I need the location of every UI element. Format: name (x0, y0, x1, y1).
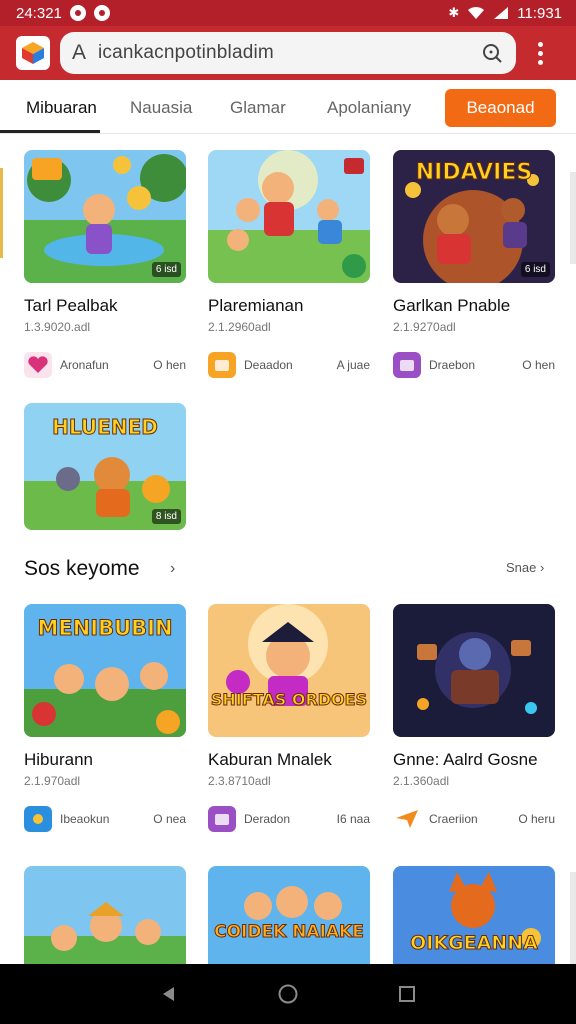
open-link[interactable]: A juae (337, 358, 370, 372)
system-nav-bar (0, 964, 576, 1024)
meta-label: Craeriion (429, 812, 478, 826)
tab-bar: Mibuaran Nauasia Glamar Apolaniany Beaon… (0, 80, 576, 134)
card-badge: 8 isd (151, 509, 181, 524)
back-icon[interactable] (149, 974, 189, 1014)
tab-mibuaran[interactable]: Mibuaran (26, 98, 97, 118)
see-all-link[interactable]: Snae › (506, 560, 544, 575)
card-subtitle: 2.1.9270adl (393, 320, 456, 334)
orange-box-icon (208, 352, 236, 378)
card-meta: Draebon O hen (393, 352, 555, 378)
open-link[interactable]: O hen (522, 358, 555, 372)
card-badge: 6 isd (151, 262, 181, 277)
game-thumbnail[interactable]: 6 isd (24, 150, 186, 283)
card-meta: Ibeaokun O nea (24, 806, 186, 832)
card-subtitle: 2.1.970adl (24, 774, 81, 788)
cube-logo-icon (22, 42, 44, 64)
purple-box-icon (208, 806, 236, 832)
scroll-edge-left (0, 168, 3, 258)
thumb-title-art: MENIBUBIN (37, 616, 173, 641)
scroll-edge-right-2 (570, 872, 576, 964)
card-subtitle: 2.1.2960adl (208, 320, 271, 334)
card-meta: Deaadon A juae (208, 352, 370, 378)
card-subtitle: 2.3.8710adl (208, 774, 271, 788)
status-right: ✱ 11:931 (448, 5, 562, 22)
card-meta: Craeriion O heru (393, 806, 555, 832)
home-icon[interactable] (268, 974, 308, 1014)
card-subtitle: 1.3.9020.adl (24, 320, 91, 334)
meta-label: Deaadon (244, 358, 293, 372)
game-thumbnail[interactable]: HLUENED 8 isd (24, 403, 186, 530)
status-time: 24:321 (16, 4, 62, 22)
meta-label: Draebon (429, 358, 476, 372)
download-button[interactable]: Beaonad (445, 89, 556, 127)
card-meta: Deradon I6 naa (208, 806, 370, 832)
app-logo[interactable] (16, 36, 50, 70)
status-left: 24:321 (16, 5, 110, 22)
search-input[interactable]: A icankacnpotinbladim (60, 32, 516, 74)
meta-label: Ibeaokun (60, 812, 110, 826)
chevron-right-icon[interactable]: › (170, 560, 175, 578)
card-title: Plaremianan (208, 296, 304, 315)
game-thumbnail[interactable]: OIKGEANNA (393, 866, 555, 964)
game-thumbnail[interactable]: MENIBUBIN (24, 604, 186, 737)
search-prefix: A (72, 41, 87, 64)
card-title: Kaburan Mnalek (208, 750, 332, 769)
app-bar: A icankacnpotinbladim (0, 26, 576, 80)
search-icon[interactable] (480, 41, 504, 65)
purple-box-icon (393, 352, 421, 378)
game-thumbnail[interactable] (393, 604, 555, 737)
open-link[interactable]: I6 naa (337, 812, 370, 826)
notification-icon (69, 5, 86, 21)
section-title[interactable]: Sos keyome (24, 557, 140, 581)
game-thumbnail[interactable]: COIDEK NAIAKE (208, 866, 370, 964)
thumb-title-art: SHIFTAS ORDOES (210, 690, 368, 710)
card-meta: Aronafun O hen (24, 352, 186, 378)
open-link[interactable]: O hen (153, 358, 186, 372)
more-options-icon[interactable] (530, 41, 550, 65)
scroll-edge-right (570, 172, 576, 264)
status-bar: 24:321 ✱ 11:931 (0, 0, 576, 26)
tab-glamar[interactable]: Glamar (230, 98, 286, 118)
thumb-title-art: NIDAVIES (415, 160, 533, 186)
tab-nauasia[interactable]: Nauasia (130, 98, 192, 118)
bluetooth-icon: ✱ (448, 5, 460, 20)
thumb-title-art: HLUENED (52, 415, 159, 440)
card-title: Gnne: Aalrd Gosne (393, 750, 538, 769)
thumb-title-art: COIDEK NAIAKE (214, 922, 365, 943)
card-title: Tarl Pealbak (24, 296, 118, 315)
notification-icon-2 (93, 5, 110, 21)
search-query[interactable]: icankacnpotinbladim (98, 42, 480, 64)
active-tab-indicator (0, 130, 100, 133)
recents-icon[interactable] (387, 974, 427, 1014)
game-thumbnail[interactable]: SHIFTAS ORDOES (208, 604, 370, 737)
status-clock: 11:931 (517, 4, 562, 22)
card-title: Hiburann (24, 750, 93, 769)
orange-arrow-icon (393, 806, 421, 832)
open-link[interactable]: O nea (153, 812, 186, 826)
game-thumbnail[interactable] (24, 866, 186, 964)
thumb-title-art: OIKGEANNA (410, 932, 539, 955)
wifi-icon (468, 6, 485, 19)
signal-icon (494, 7, 509, 19)
game-thumbnail[interactable] (208, 150, 370, 283)
tab-apolaniany[interactable]: Apolaniany (327, 98, 411, 118)
meta-label: Deradon (244, 812, 291, 826)
card-subtitle: 2.1.360adl (393, 774, 450, 788)
game-thumbnail[interactable]: NIDAVIES 6 isd (393, 150, 555, 283)
card-title: Garlkan Pnable (393, 296, 511, 315)
open-link[interactable]: O heru (518, 812, 555, 826)
heart-gift-icon (24, 352, 52, 378)
meta-label: Aronafun (60, 358, 109, 372)
card-badge: 6 isd (520, 262, 550, 277)
blue-square-icon (24, 806, 52, 832)
